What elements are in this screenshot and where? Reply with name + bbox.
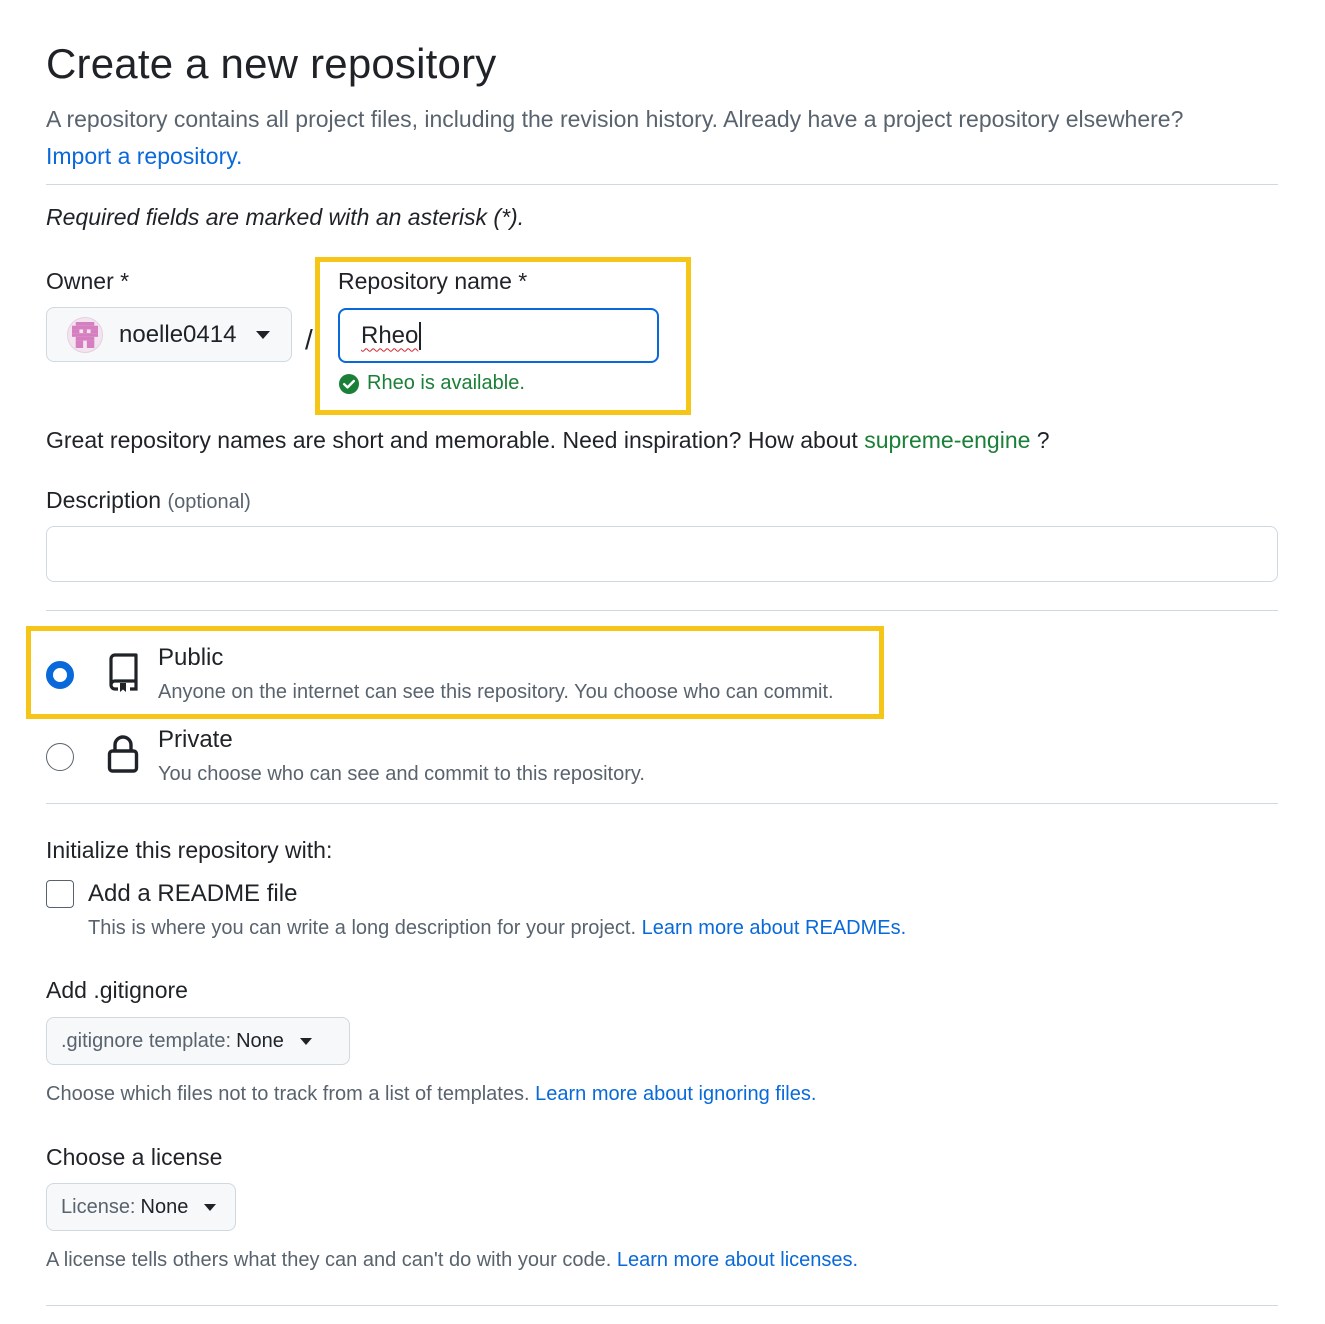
subtitle-text: A repository contains all project files,… [46, 106, 1184, 132]
chevron-down-icon [204, 1203, 217, 1211]
readme-description-text: This is where you can write a long descr… [88, 917, 637, 939]
public-title: Public [158, 644, 224, 671]
description-label: Description (optional) [46, 487, 251, 514]
readme-checkbox[interactable] [46, 880, 74, 908]
license-dropdown[interactable]: License: None [46, 1183, 236, 1231]
page-title: Create a new repository [46, 40, 497, 87]
suggestion-text: Great repository names are short and mem… [46, 427, 858, 453]
required-fields-note: Required fields are marked with an aster… [46, 204, 525, 230]
readme-description: This is where you can write a long descr… [88, 917, 906, 940]
description-input[interactable] [46, 526, 1278, 582]
gitignore-dropdown[interactable]: .gitignore template: None [46, 1017, 350, 1065]
gitignore-description-text: Choose which files not to track from a l… [46, 1083, 530, 1105]
check-circle-icon [339, 373, 359, 394]
learn-readmes-link[interactable]: Learn more about READMEs. [642, 917, 907, 939]
divider [46, 184, 1278, 185]
divider [46, 803, 1278, 804]
gitignore-dropdown-value: None [236, 1029, 284, 1052]
private-radio[interactable] [46, 743, 74, 771]
lock-icon [106, 734, 140, 774]
public-description: Anyone on the internet can see this repo… [158, 681, 834, 703]
gitignore-heading: Add .gitignore [46, 977, 188, 1003]
gitignore-description: Choose which files not to track from a l… [46, 1083, 816, 1106]
readme-label[interactable]: Add a README file [88, 880, 297, 908]
license-dropdown-value: None [140, 1195, 189, 1218]
divider [46, 1305, 1278, 1306]
divider [46, 610, 1278, 611]
import-repository-link[interactable]: Import a repository. [46, 143, 242, 169]
availability-message: Rheo is available. [338, 372, 525, 395]
private-description: You choose who can see and commit to thi… [158, 763, 645, 785]
initialize-heading: Initialize this repository with: [46, 837, 333, 863]
learn-licenses-link[interactable]: Learn more about licenses. [617, 1249, 858, 1271]
repo-icon [106, 652, 140, 692]
text-cursor [419, 321, 421, 350]
pixel-avatar-icon [67, 316, 103, 353]
owner-name: noelle0414 [119, 320, 237, 348]
license-dropdown-key: License: [61, 1195, 136, 1218]
repository-name-value: Rheo [361, 321, 419, 349]
page-subtitle: A repository contains all project files,… [46, 101, 1286, 175]
highlight-frame [26, 626, 884, 719]
suggestion-suffix: ? [1030, 427, 1050, 453]
owner-repo-separator: / [305, 324, 313, 355]
availability-text: Rheo is available. [367, 372, 525, 394]
gitignore-dropdown-key: .gitignore template: [61, 1029, 232, 1052]
chevron-down-icon [299, 1037, 312, 1045]
suggested-name-button[interactable]: supreme-engine [864, 427, 1030, 453]
repository-name-input[interactable]: Rheo [338, 308, 659, 363]
owner-label: Owner * [46, 268, 130, 294]
learn-ignoring-files-link[interactable]: Learn more about ignoring files. [535, 1083, 816, 1105]
optional-hint: (optional) [167, 491, 251, 513]
license-description: A license tells others what they can and… [46, 1249, 858, 1272]
public-radio[interactable] [46, 661, 74, 689]
chevron-down-icon [256, 330, 271, 339]
license-description-text: A license tells others what they can and… [46, 1249, 612, 1271]
license-heading: Choose a license [46, 1144, 223, 1170]
private-title: Private [158, 726, 233, 753]
name-suggestion: Great repository names are short and mem… [46, 427, 1050, 454]
owner-dropdown[interactable]: noelle0414 [46, 307, 292, 362]
repository-name-label: Repository name * [338, 268, 528, 294]
description-label-text: Description [46, 487, 162, 513]
